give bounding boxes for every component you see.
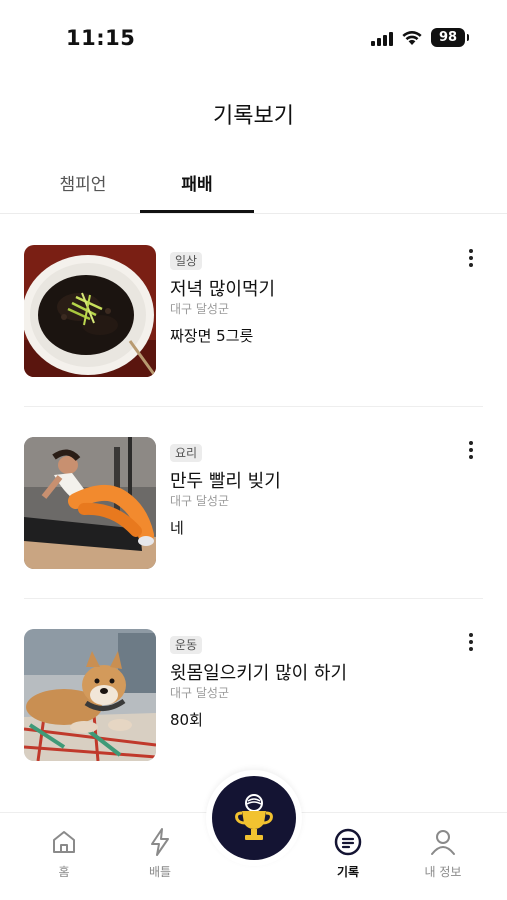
record-detail: 짜장면 5그릇 — [170, 327, 254, 345]
active-tab-indicator — [140, 210, 254, 213]
record-location: 대구 달성군 — [170, 686, 230, 700]
nav-label-profile: 내 정보 — [424, 865, 462, 879]
trophy-icon — [235, 794, 273, 840]
record-detail: 네 — [170, 519, 184, 537]
page-title: 기록보기 — [213, 104, 294, 129]
nav-label-records: 기록 — [336, 865, 360, 879]
nav-label-home: 홈 — [58, 865, 70, 879]
more-options-icon[interactable] — [463, 439, 479, 461]
tab-defeat[interactable]: 패배 — [140, 170, 254, 213]
record-location: 대구 달성군 — [170, 302, 230, 316]
record-content: 운동 윗몸일으키기 많이 하기 대구 달성군 80회 — [170, 634, 447, 729]
record-content: 요리 만두 빨리 빚기 대구 달성군 네 — [170, 442, 447, 537]
list-item[interactable]: 일상 저녁 많이먹기 대구 달성군 짜장면 5그릇 — [0, 214, 507, 406]
record-content: 일상 저녁 많이먹기 대구 달성군 짜장면 5그릇 — [170, 250, 447, 345]
nav-item-battle[interactable]: 배틀 — [120, 827, 200, 880]
category-badge: 운동 — [170, 636, 203, 654]
tab-champion[interactable]: 챔피언 — [26, 170, 140, 213]
tab-bar: 챔피언 패배 — [0, 160, 507, 214]
nav-item-profile[interactable]: 내 정보 — [403, 827, 483, 880]
nav-label-battle: 배틀 — [148, 865, 172, 879]
nav-item-records[interactable]: 기록 — [308, 827, 388, 880]
more-options-icon[interactable] — [463, 631, 479, 653]
record-list: 일상 저녁 많이먹기 대구 달성군 짜장면 5그릇 요리 만두 빨리 빚기 대구… — [0, 214, 507, 790]
home-icon — [24, 827, 104, 857]
category-badge: 요리 — [170, 444, 203, 462]
list-item[interactable]: 요리 만두 빨리 빚기 대구 달성군 네 — [0, 406, 507, 598]
shiba-dog-photo[interactable] — [24, 629, 156, 761]
status-icons: 98 — [371, 28, 469, 47]
record-title: 만두 빨리 빚기 — [170, 471, 281, 492]
cellular-signal-icon — [371, 30, 393, 46]
status-bar: 11:15 98 — [0, 0, 507, 72]
wifi-icon — [401, 30, 423, 46]
situp-exercise-photo[interactable] — [24, 437, 156, 569]
records-icon — [308, 827, 388, 857]
status-time: 11:15 — [66, 26, 136, 50]
more-options-icon[interactable] — [463, 247, 479, 269]
lightning-icon — [120, 827, 200, 857]
screen: 11:15 98 기록보기 챔피언 패배 일상 저녁 많이먹기 대구 달성군 짜… — [0, 0, 507, 900]
nav-item-home[interactable]: 홈 — [24, 827, 104, 880]
person-icon — [403, 827, 483, 857]
jajangmyeon-photo[interactable] — [24, 245, 156, 377]
record-title: 윗몸일으키기 많이 하기 — [170, 663, 348, 684]
record-title: 저녁 많이먹기 — [170, 279, 276, 300]
record-detail: 80회 — [170, 711, 203, 729]
record-location: 대구 달성군 — [170, 494, 230, 508]
battery-icon: 98 — [431, 28, 469, 47]
center-action-button[interactable] — [212, 776, 296, 860]
category-badge: 일상 — [170, 252, 203, 270]
list-item[interactable]: 운동 윗몸일으키기 많이 하기 대구 달성군 80회 — [0, 598, 507, 790]
